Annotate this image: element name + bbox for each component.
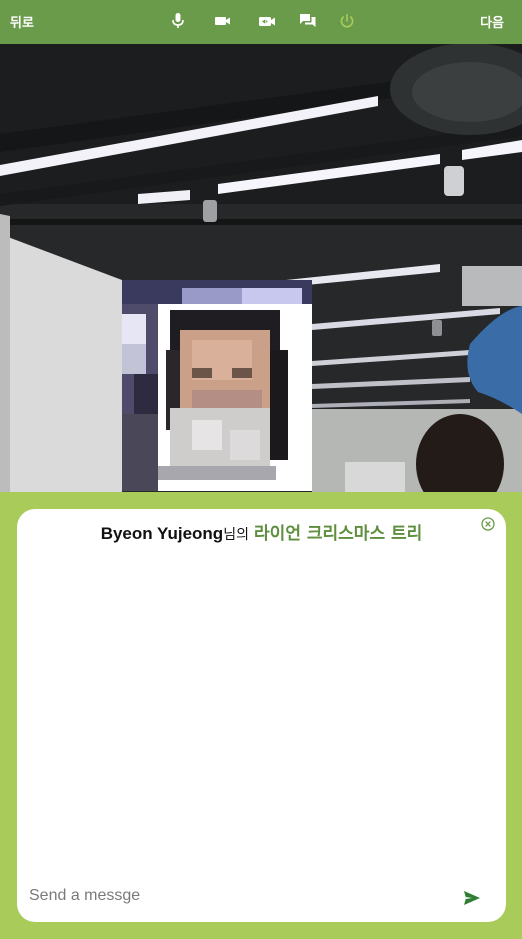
top-bar: 뒤로 다음 — [0, 0, 522, 44]
camera-switch-icon[interactable] — [258, 12, 276, 30]
user-name: Byeon Yujeong — [100, 524, 224, 543]
microphone-icon[interactable] — [171, 12, 189, 30]
chat-panel: Byeon Yujeong님의 라이언 크리스마스 트리 — [17, 509, 506, 922]
close-icon[interactable] — [481, 516, 495, 531]
message-input[interactable] — [27, 883, 451, 909]
camera-icon[interactable] — [214, 12, 232, 30]
possessive-suffix: 님의 — [223, 527, 249, 543]
chat-icon[interactable] — [299, 12, 317, 30]
back-button[interactable]: 뒤로 — [10, 12, 34, 31]
local-video — [122, 280, 312, 491]
power-icon[interactable] — [338, 12, 356, 30]
self-camera-image — [122, 280, 312, 491]
chat-title: Byeon Yujeong님의 라이언 크리스마스 트리 — [17, 519, 506, 544]
room-name: 라이언 크리스마스 트리 — [254, 524, 423, 544]
remote-video — [0, 44, 522, 492]
next-button[interactable]: 다음 — [480, 12, 504, 31]
send-icon[interactable] — [463, 890, 481, 906]
